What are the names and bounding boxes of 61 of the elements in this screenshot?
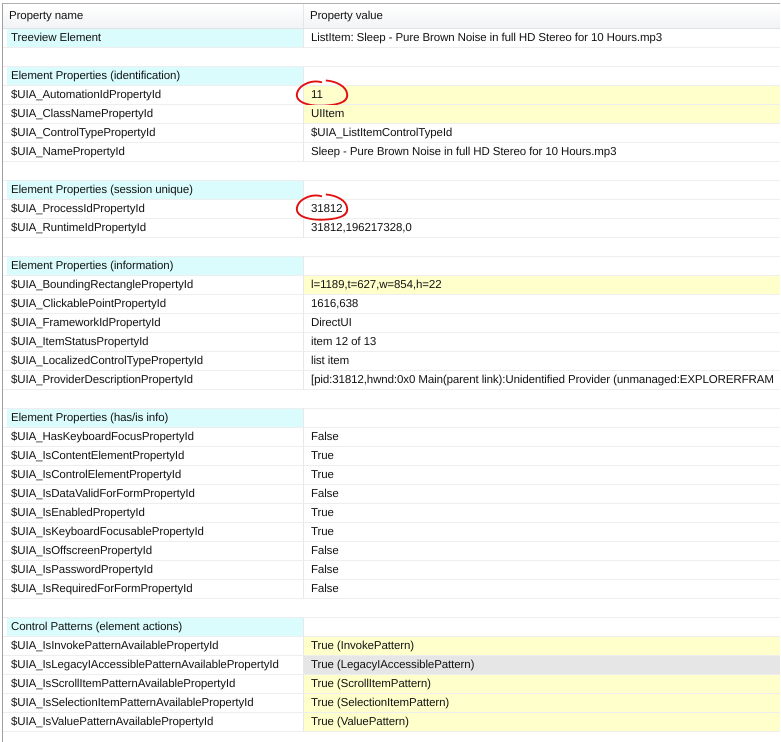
- column-header[interactable]: Property name: [3, 4, 304, 28]
- property-value: True (LegacyIAccessiblePattern): [304, 656, 780, 675]
- property-value: UIItem: [304, 105, 780, 124]
- property-name: $UIA_HasKeyboardFocusPropertyId: [10, 430, 194, 445]
- property-value: True: [304, 523, 780, 542]
- property-name: $UIA_ProviderDescriptionPropertyId: [10, 373, 193, 388]
- property-value: True (ValuePattern): [304, 713, 780, 732]
- property-name: $UIA_IsRequiredForFormPropertyId: [10, 582, 193, 597]
- property-name: $UIA_NamePropertyId: [10, 145, 125, 160]
- property-name: $UIA_ProcessIdPropertyId: [10, 202, 145, 217]
- column-header[interactable]: Property value: [304, 4, 780, 28]
- property-name: $UIA_ControlTypePropertyId: [10, 126, 156, 141]
- property-value: False: [304, 485, 780, 504]
- property-value: l=1189,t=627,w=854,h=22: [304, 276, 780, 295]
- property-value: True (InvokePattern): [304, 637, 780, 656]
- property-value: True: [304, 447, 780, 466]
- group-heading: Treeview Element: [7, 29, 303, 47]
- property-value: False: [304, 580, 780, 599]
- group-heading: Element Properties (session unique): [7, 181, 303, 199]
- group-heading: Element Properties (identification): [7, 67, 303, 85]
- property-name: $UIA_ItemStatusPropertyId: [10, 335, 148, 350]
- property-name: $UIA_IsEnabledPropertyId: [10, 506, 145, 521]
- property-value: 11: [304, 86, 780, 105]
- property-name: $UIA_IsValuePatternAvailablePropertyId: [10, 715, 214, 730]
- property-value: False: [304, 542, 780, 561]
- group-heading: Control Patterns (element actions): [7, 618, 303, 636]
- property-name: $UIA_IsInvokePatternAvailablePropertyId: [10, 639, 218, 654]
- property-value: ListItem: Sleep - Pure Brown Noise in full HD Stereo for 10 Hours.mp3: [311, 31, 662, 46]
- property-value: 31812: [304, 200, 780, 219]
- property-value: True (ScrollItemPattern): [304, 675, 780, 694]
- property-name: $UIA_AutomationIdPropertyId: [10, 88, 162, 103]
- property-value: True: [304, 504, 780, 523]
- property-value: 31812,196217328,0: [304, 219, 780, 238]
- group-heading: Element Properties (has/is info): [7, 409, 303, 427]
- property-name: $UIA_IsControlElementPropertyId: [10, 468, 182, 483]
- property-name: $UIA_FrameworkIdPropertyId: [10, 316, 161, 331]
- property-value: False: [304, 561, 780, 580]
- property-value: list item: [304, 352, 780, 371]
- property-value: True: [304, 466, 780, 485]
- property-value: False: [304, 428, 780, 447]
- property-value: DirectUI: [304, 314, 780, 333]
- property-name: $UIA_IsDataValidForFormPropertyId: [10, 487, 195, 502]
- property-value: item 12 of 13: [304, 333, 780, 352]
- property-value: $UIA_ListItemControlTypeId: [304, 124, 780, 143]
- property-value: [pid:31812,hwnd:0x0 Main(parent link):Unidentified Provider (unmanaged:EXPLORERFRAM: [304, 371, 780, 390]
- property-name: $UIA_IsSelectionItemPatternAvailablePropertyId: [10, 696, 254, 711]
- property-name: $UIA_RuntimeIdPropertyId: [10, 221, 146, 236]
- property-name: $UIA_LocalizedControlTypePropertyId: [10, 354, 204, 369]
- group-heading: Element Properties (information): [7, 257, 303, 275]
- property-name: $UIA_ClassNamePropertyId: [10, 107, 154, 122]
- property-name: $UIA_IsLegacyIAccessiblePatternAvailablePropertyId: [10, 658, 279, 673]
- property-value: True (SelectionItemPattern): [304, 694, 780, 713]
- property-name: $UIA_IsContentElementPropertyId: [10, 449, 184, 464]
- property-name: $UIA_ClickablePointPropertyId: [10, 297, 166, 312]
- property-value: 1616,638: [304, 295, 780, 314]
- property-name: $UIA_IsPasswordPropertyId: [10, 563, 153, 578]
- property-name: $UIA_BoundingRectanglePropertyId: [10, 278, 194, 293]
- property-name: $UIA_IsScrollItemPatternAvailablePropertyId: [10, 677, 236, 692]
- property-name: $UIA_IsKeyboardFocusablePropertyId: [10, 525, 204, 540]
- property-value: Sleep - Pure Brown Noise in full HD Stereo for 10 Hours.mp3: [304, 143, 780, 162]
- property-name: $UIA_IsOffscreenPropertyId: [10, 544, 152, 559]
